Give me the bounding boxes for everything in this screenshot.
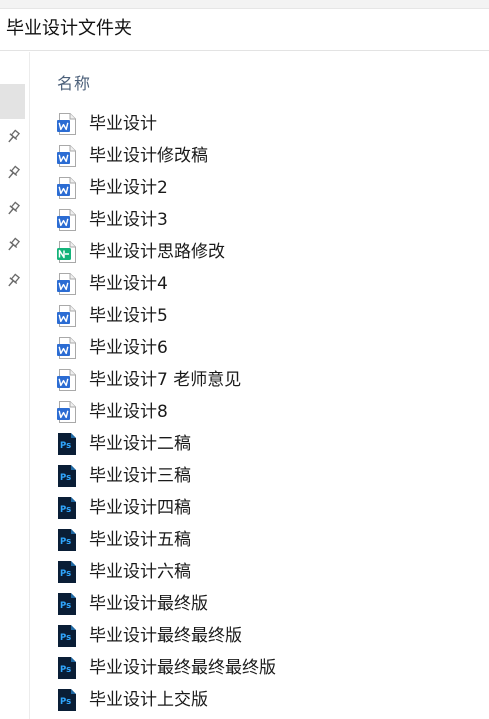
word-doc-icon xyxy=(56,208,78,232)
pin-icon[interactable] xyxy=(5,129,21,145)
file-row[interactable]: Ps 毕业设计最终版 xyxy=(56,588,276,620)
pin-icon[interactable] xyxy=(5,237,21,253)
file-list: 毕业设计 毕业设计修改稿 毕业设计2 毕业设计3 毕业设计思路修改 毕业设计4 xyxy=(56,108,276,716)
svg-text:Ps: Ps xyxy=(60,633,71,643)
word-doc-icon xyxy=(56,304,78,328)
mindmap-doc-icon xyxy=(56,240,78,264)
folder-title: 毕业设计文件夹 xyxy=(6,18,132,39)
file-name: 毕业设计最终最终最终版 xyxy=(89,658,276,678)
word-doc-icon xyxy=(56,400,78,424)
word-doc-icon xyxy=(56,112,78,136)
photoshop-file-icon: Ps xyxy=(56,560,78,584)
file-name: 毕业设计6 xyxy=(89,338,168,358)
svg-text:Ps: Ps xyxy=(60,697,71,707)
file-list-pane: 名称 毕业设计 毕业设计修改稿 毕业设计2 毕业设计3 毕业设计思路修改 毕业设… xyxy=(30,52,489,719)
file-row[interactable]: Ps 毕业设计四稿 xyxy=(56,492,276,524)
photoshop-file-icon: Ps xyxy=(56,432,78,456)
file-name: 毕业设计二稿 xyxy=(89,434,191,454)
word-doc-icon xyxy=(56,368,78,392)
file-row[interactable]: Ps 毕业设计五稿 xyxy=(56,524,276,556)
photoshop-file-icon: Ps xyxy=(56,656,78,680)
file-name: 毕业设计2 xyxy=(89,178,168,198)
svg-text:Ps: Ps xyxy=(60,601,71,611)
file-name: 毕业设计三稿 xyxy=(89,466,191,486)
svg-text:Ps: Ps xyxy=(60,665,71,675)
svg-text:Ps: Ps xyxy=(60,441,71,451)
file-row[interactable]: 毕业设计4 xyxy=(56,268,276,300)
file-row[interactable]: Ps 毕业设计最终最终最终版 xyxy=(56,652,276,684)
window-top-strip xyxy=(0,0,489,9)
file-row[interactable]: 毕业设计思路修改 xyxy=(56,236,276,268)
file-row[interactable]: Ps 毕业设计二稿 xyxy=(56,428,276,460)
svg-text:Ps: Ps xyxy=(60,473,71,483)
nav-item-selected[interactable] xyxy=(0,84,25,119)
file-name: 毕业设计 xyxy=(89,114,157,134)
file-row[interactable]: Ps 毕业设计六稿 xyxy=(56,556,276,588)
file-name: 毕业设计8 xyxy=(89,402,168,422)
file-name: 毕业设计六稿 xyxy=(89,562,191,582)
file-row[interactable]: 毕业设计7 老师意见 xyxy=(56,364,276,396)
file-row[interactable]: 毕业设计修改稿 xyxy=(56,140,276,172)
file-row[interactable]: 毕业设计5 xyxy=(56,300,276,332)
photoshop-file-icon: Ps xyxy=(56,464,78,488)
file-name: 毕业设计四稿 xyxy=(89,498,191,518)
file-name: 毕业设计思路修改 xyxy=(89,242,225,262)
pin-icon[interactable] xyxy=(5,165,21,181)
file-row[interactable]: Ps 毕业设计最终最终版 xyxy=(56,620,276,652)
file-name: 毕业设计修改稿 xyxy=(89,146,208,166)
pin-icon[interactable] xyxy=(5,273,21,289)
photoshop-file-icon: Ps xyxy=(56,624,78,648)
file-name: 毕业设计3 xyxy=(89,210,168,230)
file-name: 毕业设计5 xyxy=(89,306,168,326)
navigation-pane xyxy=(0,52,30,719)
svg-text:Ps: Ps xyxy=(60,537,71,547)
file-row[interactable]: 毕业设计3 xyxy=(56,204,276,236)
file-name: 毕业设计五稿 xyxy=(89,530,191,550)
file-row[interactable]: 毕业设计6 xyxy=(56,332,276,364)
photoshop-file-icon: Ps xyxy=(56,592,78,616)
file-row[interactable]: 毕业设计2 xyxy=(56,172,276,204)
photoshop-file-icon: Ps xyxy=(56,688,78,712)
svg-text:Ps: Ps xyxy=(60,505,71,515)
photoshop-file-icon: Ps xyxy=(56,528,78,552)
file-row[interactable]: 毕业设计8 xyxy=(56,396,276,428)
address-bar[interactable]: 毕业设计文件夹 xyxy=(0,9,489,51)
word-doc-icon xyxy=(56,176,78,200)
file-row[interactable]: 毕业设计 xyxy=(56,108,276,140)
word-doc-icon xyxy=(56,144,78,168)
svg-text:Ps: Ps xyxy=(60,569,71,579)
file-name: 毕业设计4 xyxy=(89,274,168,294)
column-header-name[interactable]: 名称 xyxy=(57,70,91,94)
file-name: 毕业设计7 老师意见 xyxy=(89,370,242,390)
word-doc-icon xyxy=(56,336,78,360)
word-doc-icon xyxy=(56,272,78,296)
file-name: 毕业设计最终版 xyxy=(89,594,208,614)
file-name: 毕业设计最终最终版 xyxy=(89,626,242,646)
file-row[interactable]: Ps 毕业设计三稿 xyxy=(56,460,276,492)
file-name: 毕业设计上交版 xyxy=(89,690,208,710)
pin-icon[interactable] xyxy=(5,201,21,217)
photoshop-file-icon: Ps xyxy=(56,496,78,520)
file-row[interactable]: Ps 毕业设计上交版 xyxy=(56,684,276,716)
